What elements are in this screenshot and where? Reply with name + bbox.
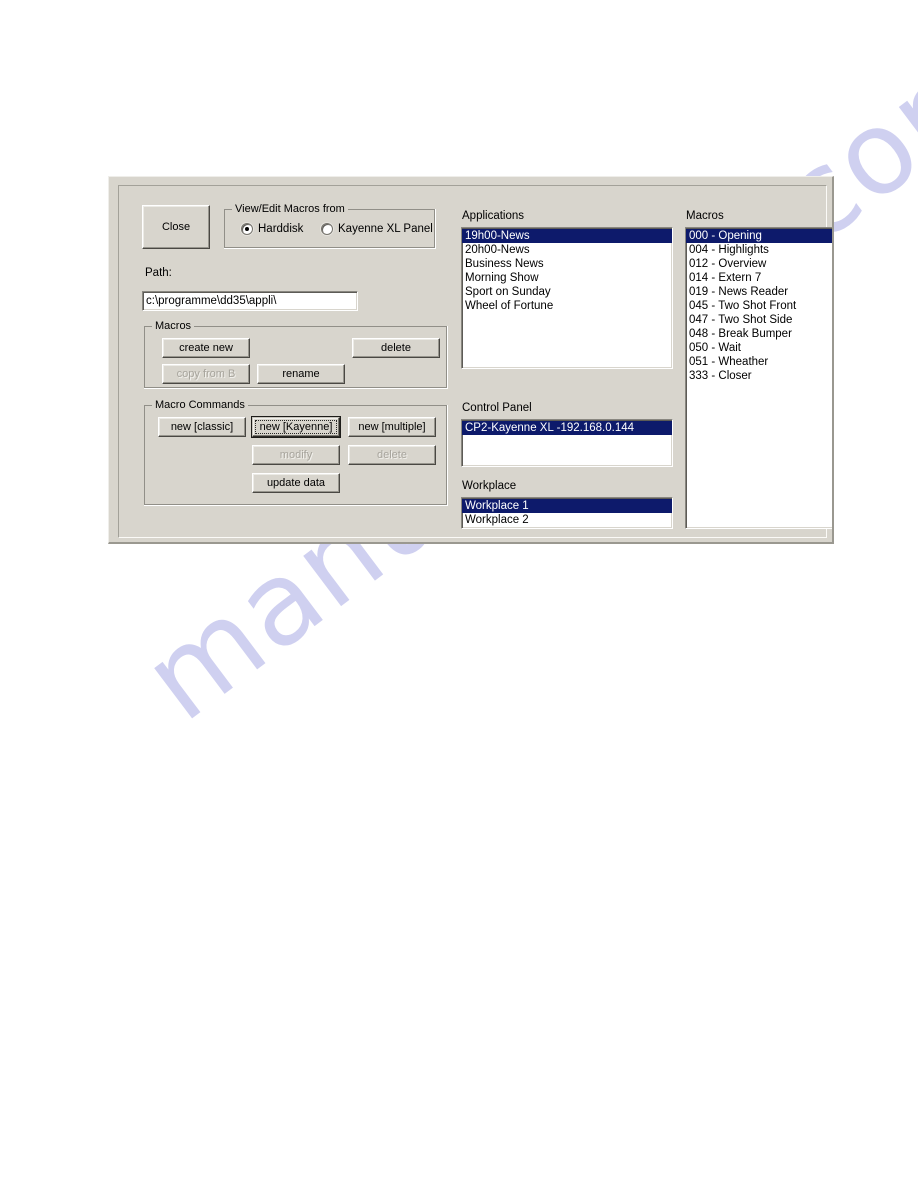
list-item[interactable]: 20h00-News	[462, 243, 672, 257]
update-data-button-label: update data	[266, 476, 326, 489]
list-item[interactable]: Workplace 1	[462, 499, 672, 513]
list-item[interactable]: 004 - Highlights	[686, 243, 832, 257]
list-item[interactable]: 019 - News Reader	[686, 285, 832, 299]
list-item[interactable]: Business News	[462, 257, 672, 271]
copy-from-b-button[interactable]: copy from B	[162, 364, 250, 384]
list-item[interactable]: 047 - Two Shot Side	[686, 313, 832, 327]
list-item[interactable]: Wheel of Fortune	[462, 299, 672, 313]
radio-kayenne-xl-panel[interactable]: Kayenne XL Panel	[321, 223, 433, 235]
rename-button-label: rename	[282, 367, 320, 380]
list-item[interactable]: Sport on Sunday	[462, 285, 672, 299]
create-new-button[interactable]: create new	[162, 338, 250, 358]
macros-group: Macros create new delete copy from B ren…	[144, 320, 448, 389]
applications-listbox[interactable]: 19h00-News 20h00-News Business News Morning…	[461, 227, 673, 369]
path-label: Path:	[145, 267, 172, 279]
list-item[interactable]: 012 - Overview	[686, 257, 832, 271]
new-kayenne-button-label: new [Kayenne]	[259, 420, 333, 433]
macros-delete-button[interactable]: delete	[352, 338, 440, 358]
view-edit-source-group-title: View/Edit Macros from	[232, 203, 348, 215]
macro-commands-group: Macro Commands new [classic] new [Kayenn…	[144, 399, 448, 506]
new-kayenne-button[interactable]: new [Kayenne]	[252, 417, 340, 437]
macros-listbox[interactable]: 000 - Opening 004 - Highlights 012 - Overv…	[685, 227, 832, 529]
new-multiple-button[interactable]: new [multiple]	[348, 417, 436, 437]
new-classic-button-label: new [classic]	[170, 420, 234, 433]
workplace-label: Workplace	[462, 480, 517, 492]
rename-button[interactable]: rename	[257, 364, 345, 384]
update-data-button[interactable]: update data	[252, 473, 340, 493]
list-item[interactable]: 000 - Opening	[686, 229, 832, 243]
close-button-label: Close	[161, 220, 191, 233]
list-item[interactable]: 045 - Two Shot Front	[686, 299, 832, 313]
list-item[interactable]: CP2-Kayenne XL -192.168.0.144	[462, 421, 672, 435]
radio-kayenne-xl-panel-indicator-icon	[321, 223, 333, 235]
close-button[interactable]: Close	[142, 205, 210, 249]
dialog-client-area: Close View/Edit Macros from Harddisk Kay…	[118, 185, 832, 538]
workplace-listbox[interactable]: Workplace 1 Workplace 2	[461, 497, 673, 529]
path-input[interactable]: c:\programme\dd35\appli\	[142, 291, 358, 311]
new-classic-button[interactable]: new [classic]	[158, 417, 246, 437]
create-new-button-label: create new	[179, 341, 233, 354]
list-item[interactable]: Morning Show	[462, 271, 672, 285]
macro-editor-dialog: Close View/Edit Macros from Harddisk Kay…	[108, 176, 834, 544]
radio-harddisk-label: Harddisk	[258, 223, 304, 235]
macros-list-label: Macros	[686, 210, 724, 222]
list-item[interactable]: Workplace 2	[462, 513, 672, 527]
applications-label: Applications	[462, 210, 525, 222]
control-panel-label: Control Panel	[462, 402, 532, 414]
modify-button[interactable]: modify	[252, 445, 340, 465]
view-edit-source-group: View/Edit Macros from Harddisk Kayenne X…	[224, 203, 436, 249]
macros-delete-button-label: delete	[381, 341, 411, 354]
list-item[interactable]: 048 - Break Bumper	[686, 327, 832, 341]
list-item[interactable]: 333 - Closer	[686, 369, 832, 383]
control-panel-listbox[interactable]: CP2-Kayenne XL -192.168.0.144	[461, 419, 673, 467]
list-item[interactable]: 050 - Wait	[686, 341, 832, 355]
radio-harddisk[interactable]: Harddisk	[241, 223, 303, 235]
commands-delete-button[interactable]: delete	[348, 445, 436, 465]
copy-from-b-button-label: copy from B	[176, 367, 236, 380]
list-item[interactable]: 051 - Wheather	[686, 355, 832, 369]
commands-delete-button-label: delete	[377, 448, 407, 461]
macros-group-title: Macros	[152, 320, 195, 332]
list-item[interactable]: 014 - Extern 7	[686, 271, 832, 285]
modify-button-label: modify	[279, 448, 313, 461]
macro-commands-group-title: Macro Commands	[152, 399, 248, 411]
radio-harddisk-indicator-icon	[241, 223, 253, 235]
list-item[interactable]: 19h00-News	[462, 229, 672, 243]
new-multiple-button-label: new [multiple]	[358, 420, 426, 433]
radio-kayenne-xl-panel-label: Kayenne XL Panel	[338, 223, 433, 235]
